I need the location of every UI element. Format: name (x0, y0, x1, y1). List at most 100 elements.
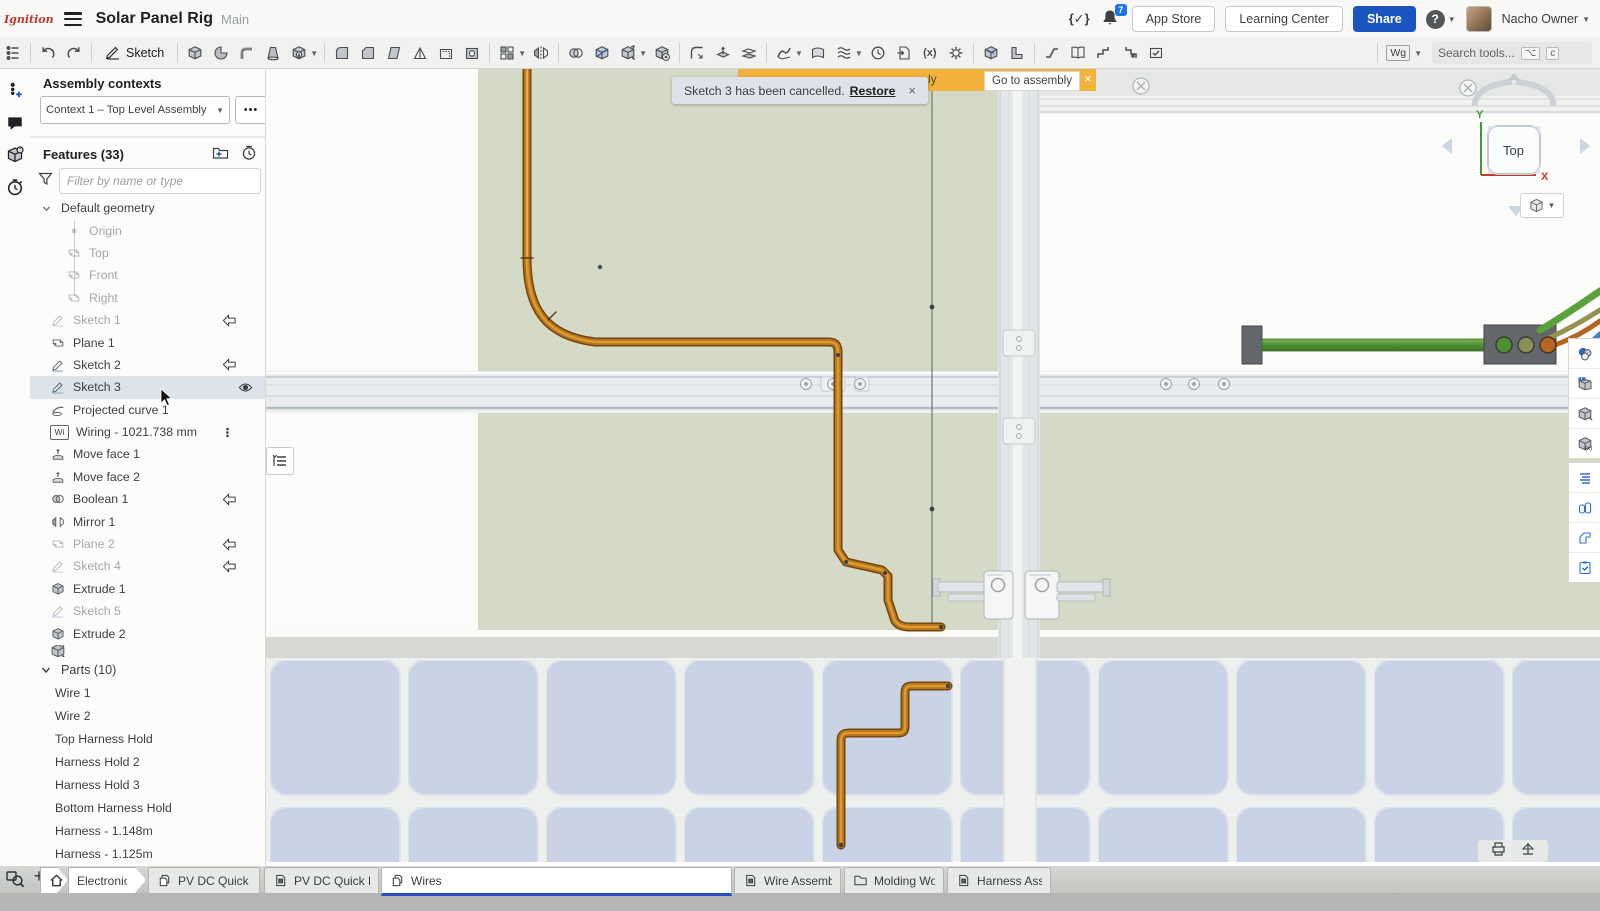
shell-tool-icon[interactable] (433, 41, 459, 65)
history-icon[interactable] (0, 172, 30, 202)
tab-search-icon[interactable] (6, 870, 25, 893)
move-face-tool-icon[interactable] (710, 41, 736, 65)
vertical-frame-rail[interactable] (998, 68, 1040, 658)
undo-tool-icon[interactable] (35, 41, 61, 65)
fillet-tool-icon[interactable] (329, 41, 355, 65)
feature-default-geometry[interactable]: Default geometry (30, 197, 265, 219)
corner-break-tool-icon[interactable] (1091, 41, 1117, 65)
fill-surface-tool-icon[interactable] (831, 41, 857, 65)
feature-sketch-2[interactable]: Sketch 2 (30, 354, 265, 376)
feature-list-tool-icon[interactable] (0, 41, 26, 65)
solar-panel-back-left[interactable] (478, 68, 1000, 630)
sheet-metal-unfold-tool-icon[interactable] (1065, 41, 1091, 65)
part-wire-1[interactable]: Wire 1 (30, 681, 265, 704)
boundary-surface-tool-icon[interactable] (805, 41, 831, 65)
redo-tool-icon[interactable] (61, 41, 87, 65)
feature-sketch-3[interactable]: Sketch 3 (30, 376, 265, 398)
rollback-history-icon[interactable] (241, 145, 257, 166)
variable-tool-icon[interactable]: (x) (917, 41, 943, 65)
tab-electronic-com[interactable]: Electronic Com (68, 867, 146, 893)
thicken-dropdown-caret[interactable]: ▼ (310, 49, 318, 58)
tab-pv-dc-quick-disconnect[interactable]: PV DC Quick Disconnect (264, 867, 379, 893)
modify-fillet-tool-icon[interactable] (684, 41, 710, 65)
banner-close-icon[interactable]: × (1084, 71, 1092, 86)
hem-tool-icon[interactable] (1117, 41, 1143, 65)
feature-wiring-1021-738-mm[interactable]: WiWiring - 1021.738 mm (30, 421, 265, 443)
linear-pattern-dropdown-caret[interactable]: ▼ (518, 49, 526, 58)
delete-part-tool-icon[interactable] (649, 41, 675, 65)
sheet-metal-finish-tool-icon[interactable] (1143, 41, 1169, 65)
visibility-eye-icon[interactable] (238, 380, 253, 395)
feature-move-face-1[interactable]: Move face 1 (30, 443, 265, 465)
helix-tool-icon[interactable] (865, 41, 891, 65)
list-panel-icon[interactable] (1569, 463, 1600, 493)
feature-front[interactable]: Front (30, 264, 265, 286)
feature-sketch-4[interactable]: Sketch 4 (30, 555, 265, 577)
tab-harness-assembly[interactable]: Harness Assembly (947, 867, 1051, 893)
feature-boolean-1[interactable]: Boolean 1 (30, 488, 265, 510)
feature-mirror-1[interactable]: Mirror 1 (30, 510, 265, 532)
part-harness-hold-2[interactable]: Harness Hold 2 (30, 750, 265, 773)
sheet-metal-model-tool-icon[interactable] (978, 41, 1004, 65)
tab-home[interactable] (40, 867, 68, 893)
feature-right[interactable]: Right (30, 287, 265, 309)
named-views-icon[interactable] (1569, 369, 1600, 399)
app-store-button[interactable]: App Store (1132, 6, 1216, 32)
tab-pv-dc-quick-disconnec[interactable]: PV DC Quick Disconnec... (148, 867, 260, 893)
feature-filter-input[interactable]: Filter by name or type (59, 168, 261, 194)
parts-panel-icon[interactable] (1569, 493, 1600, 523)
feature-origin[interactable]: Origin (30, 219, 265, 241)
extrude-tool-icon[interactable] (182, 41, 208, 65)
boolean-tool-icon[interactable] (563, 41, 589, 65)
display-expression-icon[interactable]: (x) (1569, 429, 1600, 458)
toast-close-icon[interactable]: × (908, 83, 916, 98)
feature-plane-2[interactable]: Plane 2 (30, 533, 265, 555)
featurescript-icon[interactable]: {✓} (1069, 11, 1090, 27)
featurescript-workspace-button[interactable]: Wg ▼ (1386, 45, 1422, 61)
linear-pattern-tool-icon[interactable] (494, 41, 520, 65)
print-3d-icon[interactable] (1490, 841, 1507, 861)
part-wire-2[interactable]: Wire 2 (30, 704, 265, 727)
assembly-context-select[interactable]: Context 1 – Top Level Assembly ▼ (40, 96, 230, 124)
learning-center-button[interactable]: Learning Center (1225, 6, 1343, 32)
restore-link[interactable]: Restore (850, 84, 896, 98)
insert-icon[interactable] (0, 76, 30, 106)
avatar[interactable] (1466, 6, 1492, 32)
tab-wires[interactable]: Wires (381, 867, 732, 896)
tasks-panel-icon[interactable] (1569, 553, 1600, 582)
offset-surface-dropdown-caret[interactable]: ▼ (795, 49, 803, 58)
rib-tool-icon[interactable] (407, 41, 433, 65)
sketch-button[interactable]: Sketch (96, 41, 173, 66)
draft-tool-icon[interactable] (381, 41, 407, 65)
feature-sketch-5[interactable]: Sketch 5 (30, 600, 265, 622)
graphics-viewport[interactable]: Y X Top (265, 68, 1600, 862)
share-button[interactable]: Share (1353, 6, 1416, 32)
appearance-icon[interactable] (1569, 339, 1600, 369)
feature-extrude-2[interactable]: Extrude 2 (30, 622, 265, 644)
help-menu[interactable]: ?▼ (1426, 10, 1456, 29)
chamfer-tool-icon[interactable] (355, 41, 381, 65)
follow-mode-icon[interactable]: ? (0, 140, 30, 170)
feature-plane-1[interactable]: Plane 1 (30, 331, 265, 353)
user-menu[interactable]: Nacho Owner▼ (1502, 12, 1590, 26)
transform-dropdown-caret[interactable]: ▼ (639, 49, 647, 58)
import-derived-tool-icon[interactable] (891, 41, 917, 65)
split-tool-icon[interactable] (589, 41, 615, 65)
loft-tool-icon[interactable] (260, 41, 286, 65)
hole-tool-icon[interactable] (459, 41, 485, 65)
feature-extrude-1[interactable]: Extrude 1 (30, 578, 265, 600)
fill-surface-dropdown-caret[interactable]: ▼ (855, 49, 863, 58)
sweep-tool-icon[interactable] (234, 41, 260, 65)
tab-molding-work[interactable]: Molding Work (844, 867, 944, 893)
notifications-bell-icon[interactable]: 7 (1100, 8, 1122, 30)
sheet-metal-bend-tool-icon[interactable] (1039, 41, 1065, 65)
part-harness-1-125m[interactable]: Harness - 1.125m (30, 842, 265, 865)
search-tools-input[interactable]: Search tools... ⌥ c (1432, 42, 1592, 64)
hamburger-menu-icon[interactable] (64, 12, 82, 26)
sheet-metal-panel-icon[interactable] (1569, 523, 1600, 553)
part-harness-hold-3[interactable]: Harness Hold 3 (30, 773, 265, 796)
new-folder-icon[interactable] (212, 145, 229, 166)
parts-header[interactable]: Parts (10) (30, 659, 265, 681)
comments-icon[interactable] (0, 108, 30, 138)
thicken-tool-icon[interactable] (286, 41, 312, 65)
